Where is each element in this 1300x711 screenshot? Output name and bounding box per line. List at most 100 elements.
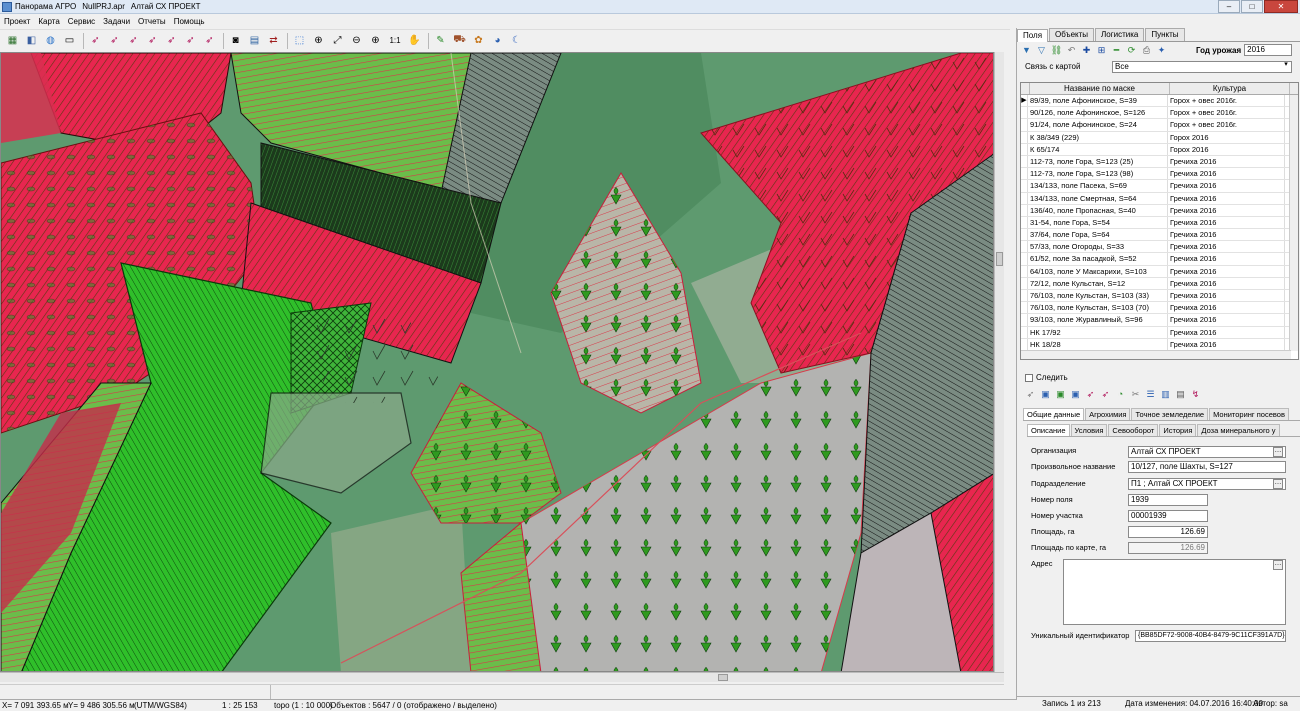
dept-browse-button[interactable]: … <box>1273 479 1283 489</box>
settings-icon[interactable]: ✦ <box>1155 44 1168 56</box>
vertical-scroll-thumb[interactable] <box>996 252 1003 266</box>
tab-mineral-dose[interactable]: Доза минерального у <box>1197 424 1280 436</box>
name-field[interactable]: 10/127, поле Шахты, S=127 <box>1128 461 1286 473</box>
filter-edit-icon[interactable]: ▽ <box>1035 44 1048 56</box>
table-row[interactable]: К 65/174 Горох 2016 <box>1021 143 1298 156</box>
globe-icon[interactable]: ◍ <box>42 32 59 49</box>
columns-icon[interactable]: ▥ <box>1159 388 1172 400</box>
address-browse-button[interactable]: … <box>1273 560 1283 570</box>
pointer-icon[interactable]: ➶ <box>1024 388 1037 400</box>
tab-fields[interactable]: Поля <box>1017 29 1049 42</box>
layers-icon[interactable]: ◧ <box>23 32 40 49</box>
table-row[interactable]: 76/103, поле Кульстан, S=103 (70) Гречиха… <box>1021 302 1298 315</box>
menu-service[interactable]: Сервис <box>64 17 99 26</box>
table-row[interactable]: 61/52, поле За пасадкой, S=52 Гречиха 201… <box>1021 253 1298 266</box>
table-row[interactable]: 112-73, поле Гора, S=123 (98) Гречиха 201… <box>1021 168 1298 181</box>
table-row[interactable]: 64/103, поле У Максарихи, S=103 Гречиха 2… <box>1021 265 1298 278</box>
edit-pencil-icon[interactable]: ✎ <box>432 32 449 49</box>
table-row[interactable]: НК 17/92 Гречиха 2016 <box>1021 326 1298 339</box>
address-textarea[interactable] <box>1063 559 1286 625</box>
chevron-down-icon[interactable]: ▾ <box>1281 61 1291 72</box>
undo-icon[interactable]: ↶ <box>1065 44 1078 56</box>
field-add-icon[interactable]: ▣ <box>1054 388 1067 400</box>
tab-crop-rotation[interactable]: Севооборот <box>1108 424 1159 436</box>
table-row[interactable]: 57/33, поле Огороды, S=33 Гречиха 2016 <box>1021 241 1298 254</box>
export-icon[interactable]: ⇄ <box>265 32 282 49</box>
print-preview-icon[interactable]: ▤ <box>246 32 263 49</box>
table-row[interactable]: К 38/349 (229) Горох 2016 <box>1021 131 1298 144</box>
map-link-select[interactable]: Все <box>1112 61 1292 73</box>
select-frame-icon[interactable]: ⬚ <box>291 32 308 49</box>
satellite-icon[interactable]: ◕ <box>489 32 506 49</box>
table-row[interactable]: 72/12, поле Кульстан, S=12 Гречиха 2016 <box>1021 277 1298 290</box>
fit-icon[interactable]: ⤢ <box>329 32 346 49</box>
tractor-icon[interactable]: ⛟ <box>451 32 468 49</box>
table-vertical-scrollbar[interactable] <box>1289 95 1298 351</box>
select-multiple-icon[interactable]: ➶ <box>1099 388 1112 400</box>
select-remove-icon[interactable]: ➶ <box>182 32 199 49</box>
dept-field[interactable]: П1 ; Алтай СХ ПРОЕКТ <box>1128 478 1286 490</box>
chart-icon[interactable]: ◔ <box>1114 388 1127 400</box>
table-row[interactable]: 90/126, поле Афонинское, S=126 Горох + ов… <box>1021 107 1298 120</box>
field-merge-icon[interactable]: ▣ <box>1069 388 1082 400</box>
refresh-icon[interactable]: ⟳ <box>1125 44 1138 56</box>
report-icon[interactable]: ▤ <box>1174 388 1187 400</box>
table-row[interactable]: 134/133, поле Смертная, S=64 Гречиха 2016 <box>1021 192 1298 205</box>
tab-agrochemistry[interactable]: Агрохимия <box>1085 408 1131 420</box>
uid-field[interactable]: {BB85DF72-9008-40B4-8479-9C11CF391A7D} <box>1135 630 1286 642</box>
zoom-frame-icon[interactable]: ⊕ <box>310 32 327 49</box>
maximize-button[interactable]: □ <box>1241 0 1263 13</box>
tab-conditions[interactable]: Условия <box>1070 424 1108 436</box>
map-vertical-scrollbar[interactable] <box>994 52 1004 672</box>
follow-checkbox[interactable] <box>1025 373 1033 382</box>
menu-help[interactable]: Помощь <box>170 17 209 26</box>
open-map-icon[interactable]: ▦ <box>4 32 21 49</box>
hand-pan-icon[interactable]: ✋ <box>406 32 423 49</box>
select-clear-icon[interactable]: ➶ <box>201 32 218 49</box>
tab-precision-farming[interactable]: Точное земледелие <box>1131 408 1209 420</box>
window-icon[interactable]: ▭ <box>61 32 78 49</box>
tab-objects[interactable]: Объекты <box>1049 28 1095 41</box>
tab-general[interactable]: Общие данные <box>1023 408 1085 420</box>
select-add-icon[interactable]: ➶ <box>163 32 180 49</box>
camera-icon[interactable]: ◙ <box>227 32 244 49</box>
select-line-icon[interactable]: ➶ <box>125 32 142 49</box>
column-header-name[interactable]: Название по маске <box>1030 83 1170 94</box>
table-row[interactable]: 91/24, поле Афонинское, S=24 Горох + овес… <box>1021 119 1298 132</box>
table-row[interactable]: ▶ 89/39, поле Афонинское, S=39 Горох + ове… <box>1021 95 1298 108</box>
table-row[interactable]: 31-54, поле Гора, S=54 Гречиха 2016 <box>1021 216 1298 230</box>
table-row[interactable]: 93/103, поле Журавлиный, S=96 Гречиха 201… <box>1021 314 1298 327</box>
horizontal-scroll-thumb[interactable] <box>718 674 728 681</box>
table-row[interactable]: 37/64, поле Гора, S=64 Гречиха 2016 <box>1021 229 1298 242</box>
export-field-icon[interactable]: ↯ <box>1189 388 1202 400</box>
org-browse-button[interactable]: … <box>1273 447 1283 457</box>
map-view[interactable] <box>0 52 994 672</box>
minimize-button[interactable]: – <box>1218 0 1240 13</box>
tab-description[interactable]: Описание <box>1027 424 1070 436</box>
area-input[interactable]: 126.69 <box>1128 526 1208 538</box>
add-group-icon[interactable]: ⊞ <box>1095 44 1108 56</box>
delete-icon[interactable]: ━ <box>1110 44 1123 56</box>
table-row[interactable]: 136/40, поле Пропасная, S=40 Гречиха 2016 <box>1021 204 1298 217</box>
tab-points[interactable]: Пункты <box>1145 28 1185 41</box>
table-row[interactable]: 134/133, поле Пасека, S=69 Гречиха 2016 <box>1021 180 1298 193</box>
field-number-input[interactable]: 1939 <box>1128 494 1208 506</box>
print-icon[interactable]: ⎙ <box>1140 44 1153 56</box>
menu-tasks[interactable]: Задачи <box>99 17 134 26</box>
select-area-icon[interactable]: ➶ <box>144 32 161 49</box>
zoom-in-icon[interactable]: ⊕ <box>367 32 384 49</box>
list-icon[interactable]: ☰ <box>1144 388 1157 400</box>
map-horizontal-scrollbar[interactable] <box>0 672 1004 682</box>
menu-project[interactable]: Проект <box>0 17 34 26</box>
edit-field-icon[interactable]: ▣ <box>1039 388 1052 400</box>
table-row[interactable]: 76/103, поле Кульстан, S=103 (33) Гречиха… <box>1021 290 1298 303</box>
select-point-icon[interactable]: ➶ <box>106 32 123 49</box>
org-field[interactable]: Алтай СХ ПРОЕКТ <box>1128 446 1286 458</box>
moon-icon[interactable]: ☾ <box>508 32 525 49</box>
table-horizontal-scrollbar[interactable] <box>1021 350 1291 359</box>
map-link-icon[interactable]: ⛓ <box>1050 44 1063 56</box>
zoom-out-icon[interactable]: ⊖ <box>348 32 365 49</box>
cut-icon[interactable]: ✂ <box>1129 388 1142 400</box>
tab-history[interactable]: История <box>1159 424 1197 436</box>
table-row[interactable]: 112-73, поле Гора, S=123 (25) Гречиха 201… <box>1021 155 1298 169</box>
